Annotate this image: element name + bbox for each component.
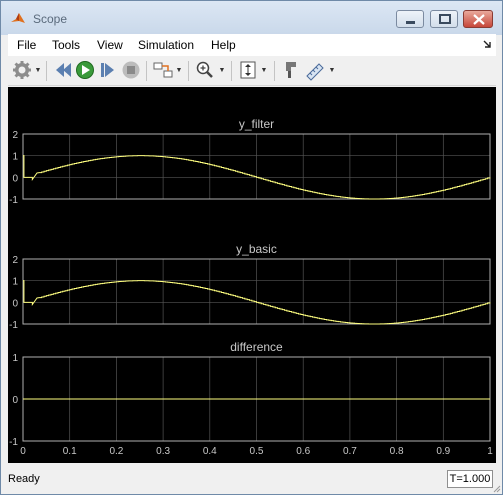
title-bar[interactable]: Scope — [1, 1, 502, 35]
stop-button[interactable] — [120, 59, 142, 81]
resize-grip-icon[interactable] — [491, 483, 501, 493]
x-tick-label: 1 — [487, 446, 493, 457]
menu-help[interactable]: Help — [211, 38, 236, 52]
status-text: Ready — [8, 473, 40, 485]
axes-title: y_filter — [239, 117, 274, 131]
simulation-time: T=1.000 — [447, 470, 493, 488]
y-tick-label: 2 — [12, 130, 18, 141]
close-icon — [473, 14, 485, 25]
scale-axes-icon — [240, 61, 256, 79]
plot-area: -1 0 1 2 y_filter -1 0 1 2 y_basic -1 0 1 difference 0… — [8, 87, 496, 463]
toolbar-separator — [146, 61, 147, 81]
axes-title: y_basic — [236, 242, 277, 256]
y-tick-label: -1 — [9, 320, 18, 331]
status-bar: Ready T=1.000 — [1, 464, 502, 494]
scale-axes-dropdown[interactable]: ▼ — [260, 61, 268, 81]
x-tick-label: 0.9 — [436, 446, 450, 457]
y-tick-label: -1 — [9, 437, 18, 448]
run-button[interactable] — [74, 59, 96, 81]
run-icon — [76, 61, 94, 79]
x-tick-label: 0.8 — [390, 446, 404, 457]
zoom-button[interactable] — [194, 59, 216, 81]
scale-axes-button[interactable] — [237, 59, 259, 81]
axes-title: difference — [230, 340, 283, 354]
style-button[interactable] — [280, 59, 302, 81]
menu-simulation[interactable]: Simulation — [138, 38, 194, 52]
x-tick-label: 0.2 — [109, 446, 123, 457]
step-forward-button[interactable] — [97, 59, 119, 81]
maximize-icon — [439, 14, 451, 24]
close-button[interactable] — [463, 10, 493, 28]
zoom-in-icon — [196, 61, 213, 78]
dock-arrow-icon[interactable] — [482, 39, 492, 49]
step-back-icon — [56, 63, 71, 77]
toolbar-separator — [231, 61, 232, 81]
x-tick-label: 0.3 — [156, 446, 170, 457]
x-tick-label: 0.7 — [343, 446, 357, 457]
y-tick-label: 1 — [12, 277, 18, 288]
y-tick-label: 0 — [12, 173, 18, 184]
window-title: Scope — [33, 12, 68, 26]
x-tick-label: 0.1 — [63, 446, 77, 457]
measurements-dropdown[interactable]: ▼ — [328, 61, 336, 81]
cursor-measure-icon — [306, 63, 324, 81]
toolbar: ▼ ▼ ▼ ▼ ▼ — [8, 57, 496, 86]
cursor-measurements-button[interactable] — [304, 59, 326, 81]
minimize-button[interactable] — [396, 10, 424, 28]
toolbar-separator — [274, 61, 275, 81]
step-back-button[interactable] — [52, 59, 74, 81]
menu-bar: File Tools View Simulation Help — [8, 34, 496, 56]
gear-icon — [13, 61, 31, 79]
x-tick-label: 0.5 — [250, 446, 264, 457]
stop-icon — [122, 61, 140, 79]
y-tick-label: 0 — [12, 298, 18, 309]
menu-view[interactable]: View — [97, 38, 123, 52]
x-tick-label: 0.4 — [203, 446, 217, 457]
menu-tools[interactable]: Tools — [52, 38, 80, 52]
step-forward-icon — [101, 63, 114, 77]
minimize-icon — [406, 21, 415, 24]
toolbar-separator — [46, 61, 47, 81]
configuration-button[interactable] — [11, 59, 33, 81]
signal-selector-dropdown[interactable]: ▼ — [175, 61, 183, 81]
y-tick-label: 1 — [12, 353, 18, 364]
zoom-dropdown[interactable]: ▼ — [218, 61, 226, 81]
y-tick-label: -1 — [9, 195, 18, 206]
scope-window: Scope File Tools View Simulation Help ▼ — [0, 0, 503, 495]
configuration-dropdown[interactable]: ▼ — [34, 61, 42, 81]
y-tick-label: 2 — [12, 255, 18, 266]
signal-selector-button[interactable] — [152, 59, 174, 81]
matlab-icon — [11, 13, 25, 23]
y-tick-label: 0 — [12, 395, 18, 406]
maximize-button[interactable] — [430, 10, 458, 28]
signal-selector-icon — [153, 62, 173, 78]
toolbar-separator — [188, 61, 189, 81]
menu-file[interactable]: File — [17, 38, 36, 52]
y-tick-label: 1 — [12, 152, 18, 163]
style-icon — [286, 62, 296, 78]
x-tick-label: 0 — [20, 446, 26, 457]
scope-plots: -1012y_filter-1012y_basic-101difference0… — [9, 117, 493, 457]
x-tick-label: 0.6 — [296, 446, 310, 457]
